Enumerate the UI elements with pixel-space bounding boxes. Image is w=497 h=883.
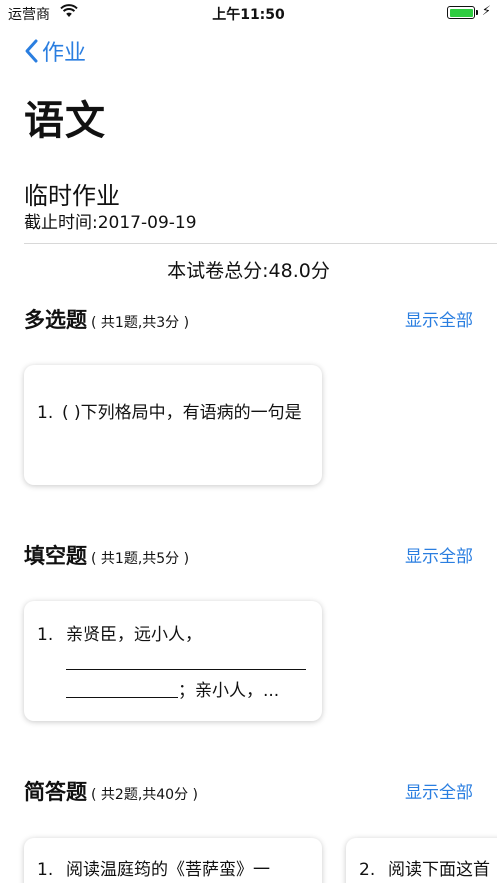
blank-line <box>66 680 178 698</box>
question-card[interactable]: 1. 阅读温庭筠的《菩萨蛮》一 <box>24 838 322 883</box>
section-title: 填空题( 共1题,共5分 ) <box>24 544 190 568</box>
screen: 运营商 上午11:50 ⚡ 作业 语文 临时作业 截止时间:2017-09-19… <box>0 0 497 883</box>
back-label: 作业 <box>42 41 87 66</box>
question-card[interactable]: 2. 阅读下面这首 <box>346 838 497 883</box>
charging-bolt-icon: ⚡ <box>481 4 491 19</box>
section-meta: ( 共1题,共3分 ) <box>91 315 190 331</box>
section-meta: ( 共2题,共40分 ) <box>91 787 198 803</box>
show-all-button[interactable]: 显示全部 <box>405 778 473 803</box>
section-header-multiple-choice: 多选题( 共1题,共3分 ) 显示全部 <box>24 304 473 336</box>
total-score: 本试卷总分:48.0分 <box>167 260 330 282</box>
page-title: 语文 <box>24 98 106 144</box>
homework-deadline: 截止时间:2017-09-19 <box>24 213 197 233</box>
back-button[interactable]: 作业 <box>22 36 86 66</box>
question-number: 1. <box>37 625 54 645</box>
blank-line <box>66 649 310 677</box>
section-header-fill-blank: 填空题( 共1题,共5分 ) 显示全部 <box>24 540 473 572</box>
battery-icon <box>447 6 478 19</box>
question-card[interactable]: 1. ( )下列格局中，有语病的一句是 <box>24 365 322 485</box>
section-header-short-answer: 简答题( 共2题,共40分 ) 显示全部 <box>24 776 473 808</box>
question-text-line: 亲贤臣，远小人， <box>66 625 202 645</box>
question-text: ( )下列格局中，有语病的一句是 <box>62 403 302 423</box>
show-all-button[interactable]: 显示全部 <box>405 306 473 331</box>
show-all-button[interactable]: 显示全部 <box>405 542 473 567</box>
question-number: 2. <box>359 860 376 880</box>
chevron-left-icon <box>25 39 38 63</box>
section-title: 简答题( 共2题,共40分 ) <box>24 780 198 804</box>
question-text-line: ；亲小人，... <box>66 677 310 705</box>
status-bar: 运营商 上午11:50 ⚡ <box>0 0 497 26</box>
homework-title: 临时作业 <box>24 182 120 210</box>
question-card[interactable]: 1. 亲贤臣，远小人， ；亲小人，... <box>24 601 322 721</box>
question-text: 阅读温庭筠的《菩萨蛮》一 <box>66 860 270 880</box>
clock: 上午11:50 <box>212 7 285 23</box>
question-number: 1. <box>37 403 54 423</box>
question-number: 1. <box>37 860 54 880</box>
section-title: 多选题( 共1题,共3分 ) <box>24 308 190 332</box>
question-text: 阅读下面这首 <box>388 860 490 880</box>
divider <box>24 243 497 244</box>
section-meta: ( 共1题,共5分 ) <box>91 551 190 567</box>
